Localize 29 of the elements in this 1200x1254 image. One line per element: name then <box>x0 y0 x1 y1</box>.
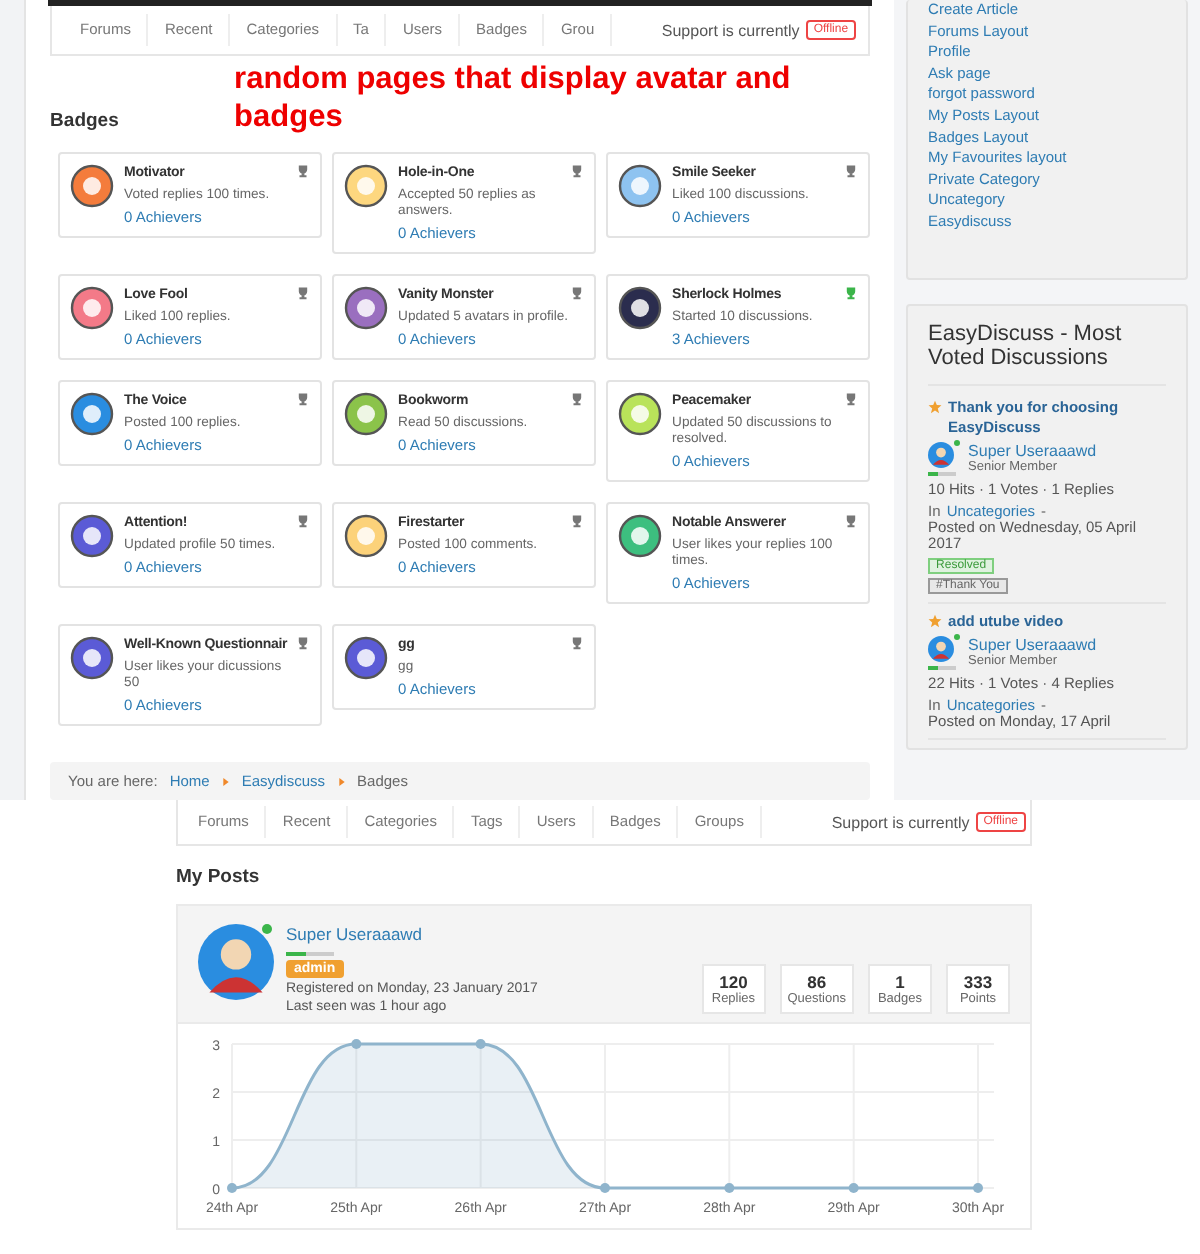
data-point <box>973 1183 983 1193</box>
level-bar <box>928 471 957 476</box>
avatar-icon <box>198 924 274 1000</box>
star-icon <box>928 613 943 628</box>
page-heading: My Posts <box>176 866 262 888</box>
star-icon <box>928 399 943 414</box>
caret-icon <box>337 777 346 785</box>
author-link[interactable]: Super Useraaawd <box>968 441 1097 460</box>
data-point <box>475 1039 486 1049</box>
user-name-link[interactable]: Super Useraaawd <box>286 924 690 944</box>
page-heading: Badges <box>50 108 121 136</box>
annotation-text: random pages that display avatar and badges <box>234 60 793 136</box>
data-point <box>724 1183 735 1193</box>
avatar-icon <box>928 441 955 468</box>
support-label: Support is currently <box>661 21 800 39</box>
stat-value: 1 <box>893 972 907 992</box>
caret-icon <box>221 777 230 785</box>
stat-value: 333 <box>961 972 995 992</box>
support-label: Support is currently <box>831 813 970 831</box>
stat-value: 86 <box>805 972 829 992</box>
stat-value: 120 <box>717 972 750 992</box>
data-point <box>351 1039 362 1049</box>
data-point <box>227 1183 237 1193</box>
level-bar <box>928 665 957 670</box>
author-link[interactable]: Super Useraaawd <box>968 635 1097 654</box>
data-point <box>848 1183 859 1193</box>
avatar-icon <box>928 635 955 662</box>
data-point <box>600 1183 610 1193</box>
panel-title: EasyDiscuss - Most Voted Discussions <box>928 321 1166 386</box>
